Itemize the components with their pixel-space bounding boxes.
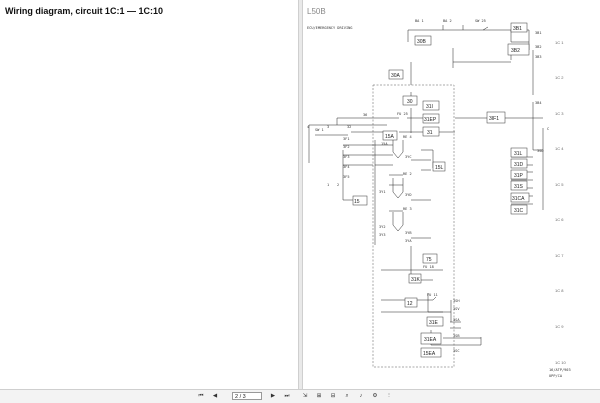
section-label: 1C 3 (555, 111, 564, 116)
section-label: 1C 10 (555, 360, 566, 365)
first-page-button[interactable]: ⏮ (196, 392, 206, 401)
section-label: 1C 6 (555, 217, 564, 222)
component-label: 31 (427, 130, 433, 136)
settings-icon[interactable]: ⚙ (370, 392, 380, 401)
component-label: 75 (426, 257, 432, 263)
footer-sub: UPP/CA (549, 374, 563, 378)
diagram-subtitle: ECU/EMERGENCY DRIVING (307, 26, 352, 30)
wire-label: 32 (347, 125, 351, 129)
component-label: 15 (354, 199, 360, 205)
component-label: 31EA (424, 337, 437, 343)
wire-label: 3 (327, 125, 329, 129)
wire-label: SW 25 (475, 19, 486, 23)
wire-label: 3B4 (535, 101, 542, 105)
page-number-input[interactable]: 2 / 3 (232, 392, 262, 400)
section-label: 1C 2 (555, 75, 564, 80)
wire-label: 3YA (405, 239, 412, 243)
audio-icon[interactable]: ♪ (356, 392, 366, 401)
component-label: 12 (407, 301, 413, 307)
wire-label: 3YD (405, 193, 412, 197)
wires (308, 25, 544, 346)
zoom-out-icon[interactable]: ⊟ (328, 392, 338, 401)
component-label: 31CA (512, 196, 525, 202)
section-label: 1C 9 (555, 324, 564, 329)
component-label: 31P (514, 173, 524, 179)
wire-label: 3F3 (343, 155, 350, 159)
wire-label: BA 2 (443, 19, 452, 23)
next-page-button[interactable]: ▶ (268, 392, 278, 401)
wire-label: RE 3 (403, 207, 412, 211)
component-label: 31K (411, 277, 421, 283)
component-label: 15L (435, 165, 444, 171)
wire-label: 3B2 (535, 45, 542, 49)
section-label: 1C 4 (555, 146, 564, 151)
wire-label: 3B1 (535, 31, 542, 35)
search-icon[interactable]: ⌕ (342, 392, 352, 401)
wire-label: RE 4 (403, 135, 412, 139)
wire-label: 3SV (453, 307, 460, 311)
wire-label: 3Y3 (379, 233, 386, 237)
previous-page-button[interactable]: ◀ (210, 392, 220, 401)
component-label: 3IF1 (489, 116, 499, 122)
left-page: Wiring diagram, circuit 1C:1 — 1C:10 (0, 0, 299, 389)
page-title: Wiring diagram, circuit 1C:1 — 1C:10 (5, 6, 163, 16)
wire-label: 3F1 (343, 137, 350, 141)
wire-label: FU 18 (423, 265, 434, 269)
more-icon[interactable]: ⋮ (384, 392, 394, 401)
fit-page-icon[interactable]: ⇲ (300, 392, 310, 401)
wire-label: 4 (307, 125, 309, 129)
wire-label: 3SD (537, 149, 544, 153)
component-label: 31D (514, 162, 524, 168)
component-label: 15EA (423, 351, 436, 357)
wire-label: 3YC (405, 155, 412, 159)
wire-label: 3B3 (535, 55, 542, 59)
component-label: 31EP (424, 117, 437, 123)
component-label: 31E (429, 320, 439, 326)
wire-label: 3SH (453, 299, 460, 303)
component-label: 31C (514, 208, 524, 214)
component-label: 30A (391, 73, 401, 79)
last-page-button[interactable]: ⏭ (282, 392, 292, 401)
wire-label: BA 1 (415, 19, 424, 23)
component-label: 31S (514, 184, 524, 190)
wire-label: 1 (327, 183, 329, 187)
wire-label: 15A (381, 142, 388, 146)
component-label: 15A (385, 134, 395, 140)
wire-label: FU 25 (397, 112, 408, 116)
diagram-code: L50B (307, 7, 326, 16)
wiring-diagram: L50B ECU/EMERGENCY DRIVING 1C 1 1C 2 1C … (307, 7, 571, 378)
wire-label: 3SC (453, 349, 460, 353)
footer-code: 16/ATP/903 (549, 368, 571, 372)
wire-label: C (547, 127, 549, 131)
wire-label: 36 (363, 113, 367, 117)
wire-label: 2 (337, 183, 339, 187)
component-label: 31L (514, 151, 523, 157)
wire-label: 3SA (453, 318, 460, 322)
section-label: 1C 5 (555, 182, 564, 187)
wire-label: 3Y1 (379, 190, 386, 194)
wire-label: 3YB (405, 231, 412, 235)
component-label: 30B (417, 39, 427, 45)
component-label: 30 (407, 99, 413, 105)
wire-label: 3F2 (343, 145, 350, 149)
section-label: 1C 8 (555, 288, 564, 293)
viewer-toolbar: ⏮ ◀ 2 / 3 ▶ ⏭ ⇲ ⊞ ⊟ ⌕ ♪ ⚙ ⋮ (0, 389, 600, 403)
wire-label: 3SB (453, 334, 460, 338)
component-label: 31I (426, 104, 433, 110)
wire-label: SW 1 (315, 128, 324, 132)
wire-label: FU 11 (427, 293, 438, 297)
section-label: 1C 1 (555, 40, 564, 45)
wire-label: 3F5 (343, 175, 350, 179)
wire-label: RE 2 (403, 172, 412, 176)
zoom-in-icon[interactable]: ⊞ (314, 392, 324, 401)
section-label: 1C 7 (555, 253, 564, 258)
section-markers: 1C 1 1C 2 1C 3 1C 4 1C 5 1C 6 1C 7 1C 8 … (555, 40, 566, 365)
wire-label: 3F4 (343, 165, 350, 169)
wire-label: 3Y2 (379, 225, 386, 229)
component-label: 3B1 (513, 26, 522, 32)
component-label: 3B2 (511, 48, 520, 54)
right-page: L50B ECU/EMERGENCY DRIVING 1C 1 1C 2 1C … (302, 0, 600, 389)
